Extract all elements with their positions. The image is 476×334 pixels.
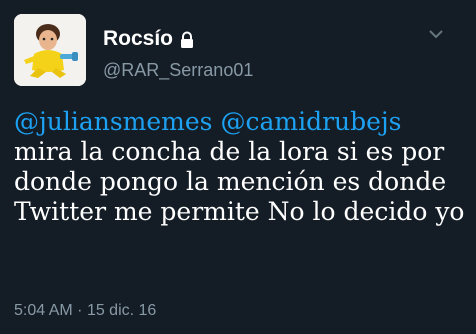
avatar[interactable] [14,14,86,86]
display-name[interactable]: Rocsío [103,27,173,51]
tweet-text: @juliansmemes @camidrubejs mira la conch… [14,107,466,227]
tweet-card: Rocsío @RAR_Serrano01 @juliansmemes @cam… [0,0,476,334]
tweet-time: 5:04 AM [14,302,73,319]
tweet-date: 15 dic. 16 [86,302,157,319]
mention-link[interactable]: @camidrubejs [220,107,401,136]
meta-separator: · [77,302,83,319]
author-name-row[interactable]: Rocsío [103,27,195,51]
tweet-timestamp: 5:04 AM · 15 dic. 16 [14,301,156,321]
user-handle[interactable]: @RAR_Serrano01 [103,59,253,81]
lock-icon [181,31,194,48]
tweet-body: mira la concha de la lora si es por dond… [14,137,465,226]
chevron-down-icon[interactable] [427,27,445,41]
avatar-image [14,14,86,86]
mention-link[interactable]: @juliansmemes [14,107,213,136]
